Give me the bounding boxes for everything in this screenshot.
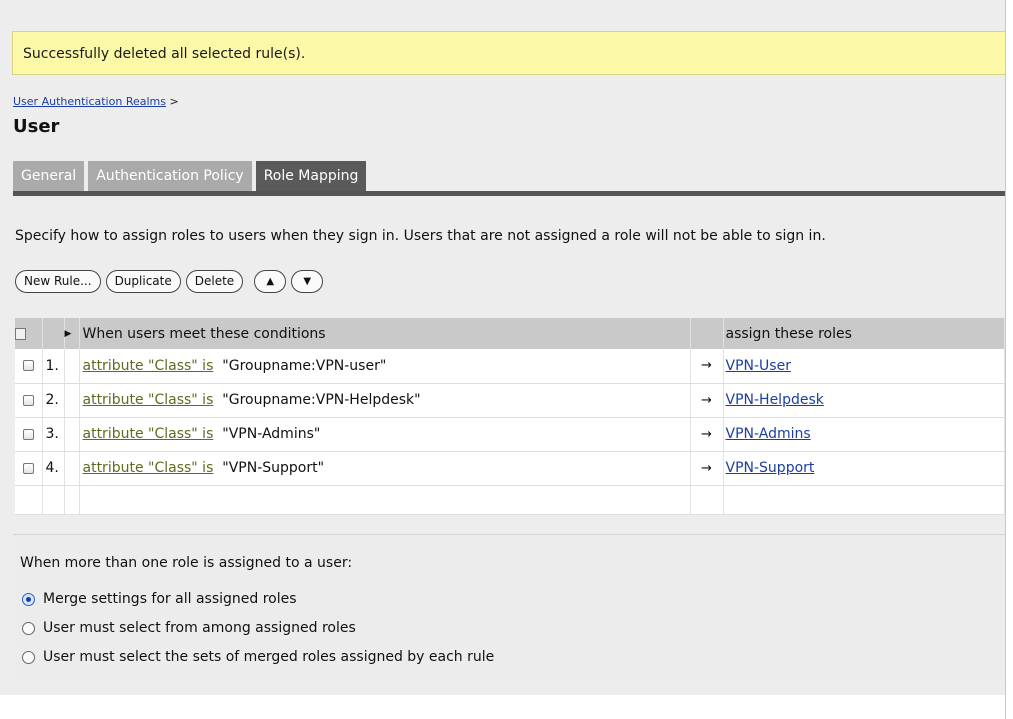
- empty-table-row: [15, 485, 1005, 515]
- number-header: [42, 318, 65, 349]
- radio-button-selected[interactable]: [22, 592, 35, 606]
- role-link[interactable]: VPN-Admins: [726, 426, 811, 442]
- arrow-down-icon: ▼: [303, 276, 312, 287]
- expand-header[interactable]: ▶: [64, 318, 80, 349]
- table-row: 3. attribute "Class" is "VPN-Admins" → V…: [15, 417, 1005, 452]
- expand-triangle-icon: ▶: [64, 328, 72, 339]
- row-role: VPN-User: [723, 349, 1005, 384]
- row-checkbox[interactable]: [22, 428, 34, 440]
- merge-option-select-sets[interactable]: User must select the sets of merged role…: [22, 649, 494, 665]
- row-arrow-icon: →: [690, 417, 724, 452]
- breadcrumb-separator: >: [169, 95, 179, 108]
- row-spacer: [64, 383, 80, 418]
- radio-button[interactable]: [22, 650, 35, 664]
- row-role: VPN-Support: [723, 451, 1005, 486]
- row-condition: attribute "Class" is "VPN-Admins": [79, 417, 691, 452]
- row-condition: attribute "Class" is "Groupname:VPN-Help…: [79, 383, 691, 418]
- row-arrow-icon: →: [690, 349, 724, 384]
- delete-button[interactable]: Delete: [185, 270, 244, 293]
- tab-bar: General Authentication Policy Role Mappi…: [13, 161, 370, 191]
- condition-link[interactable]: attribute "Class" is: [83, 426, 214, 442]
- condition-link[interactable]: attribute "Class" is: [83, 460, 214, 476]
- merge-section-title: When more than one role is assigned to a…: [20, 555, 353, 571]
- condition-value: "VPN-Admins": [222, 426, 321, 442]
- roles-header: assign these roles: [723, 318, 1005, 349]
- row-checkbox[interactable]: [22, 462, 34, 474]
- move-up-button[interactable]: ▲: [254, 270, 287, 293]
- row-number: 4.: [42, 451, 65, 486]
- condition-link[interactable]: attribute "Class" is: [83, 358, 214, 374]
- conditions-header: When users meet these conditions: [79, 318, 691, 349]
- merge-option-label: Merge settings for all assigned roles: [43, 591, 297, 607]
- role-link[interactable]: VPN-User: [726, 358, 791, 374]
- success-notice: Successfully deleted all selected rule(s…: [12, 31, 1005, 75]
- tab-role-mapping[interactable]: Role Mapping: [255, 161, 367, 191]
- arrow-header: [690, 318, 724, 349]
- select-all-header[interactable]: [15, 318, 43, 349]
- rules-table: ▶ When users meet these conditions assig…: [15, 318, 1005, 515]
- vertical-scrollbar[interactable]: [1005, 0, 1013, 719]
- role-link[interactable]: VPN-Helpdesk: [726, 392, 824, 408]
- row-number: 2.: [42, 383, 65, 418]
- merge-option-label: User must select the sets of merged role…: [43, 649, 495, 665]
- breadcrumb: User Authentication Realms >: [13, 95, 179, 108]
- tab-divider: [13, 191, 1005, 196]
- duplicate-button[interactable]: Duplicate: [105, 270, 181, 293]
- condition-value: "Groupname:VPN-Helpdesk": [222, 392, 421, 408]
- condition-value: "Groupname:VPN-user": [222, 357, 387, 374]
- row-checkbox[interactable]: [22, 360, 34, 372]
- rule-toolbar: New Rule... Duplicate Delete ▲ ▼: [15, 269, 328, 294]
- role-merge-section: When more than one role is assigned to a…: [13, 534, 1005, 681]
- radio-button[interactable]: [22, 621, 35, 635]
- page-title: User: [13, 116, 60, 137]
- merge-option-select-among[interactable]: User must select from among assigned rol…: [22, 620, 356, 636]
- row-spacer: [64, 451, 80, 486]
- row-checkbox[interactable]: [22, 394, 34, 406]
- breadcrumb-link-realms[interactable]: User Authentication Realms: [13, 95, 166, 108]
- row-arrow-icon: →: [690, 383, 724, 418]
- select-all-icon: [15, 327, 26, 340]
- row-condition: attribute "Class" is "VPN-Support": [79, 451, 691, 486]
- table-header-row: ▶ When users meet these conditions assig…: [15, 318, 1005, 349]
- arrow-up-icon: ▲: [266, 276, 275, 287]
- tab-general[interactable]: General: [13, 161, 85, 191]
- table-row: 2. attribute "Class" is "Groupname:VPN-H…: [15, 383, 1005, 418]
- merge-option-label: User must select from among assigned rol…: [43, 620, 356, 636]
- condition-value: "VPN-Support": [222, 460, 325, 476]
- row-number: 3.: [42, 417, 65, 452]
- table-row: 1. attribute "Class" is "Groupname:VPN-u…: [15, 349, 1005, 384]
- instructions-text: Specify how to assign roles to users whe…: [15, 228, 826, 244]
- condition-link[interactable]: attribute "Class" is: [83, 392, 214, 408]
- row-spacer: [64, 417, 80, 452]
- merge-option-merge-all[interactable]: Merge settings for all assigned roles: [22, 591, 297, 607]
- row-arrow-icon: →: [690, 451, 724, 486]
- row-role: VPN-Admins: [723, 417, 1005, 452]
- move-down-button[interactable]: ▼: [291, 270, 324, 293]
- role-link[interactable]: VPN-Support: [726, 460, 815, 476]
- row-number: 1.: [42, 349, 65, 384]
- row-role: VPN-Helpdesk: [723, 383, 1005, 418]
- tab-authentication-policy[interactable]: Authentication Policy: [88, 161, 252, 191]
- table-row: 4. attribute "Class" is "VPN-Support" → …: [15, 451, 1005, 486]
- row-condition: attribute "Class" is "Groupname:VPN-user…: [79, 349, 691, 384]
- new-rule-button[interactable]: New Rule...: [15, 270, 101, 293]
- row-spacer: [64, 349, 80, 384]
